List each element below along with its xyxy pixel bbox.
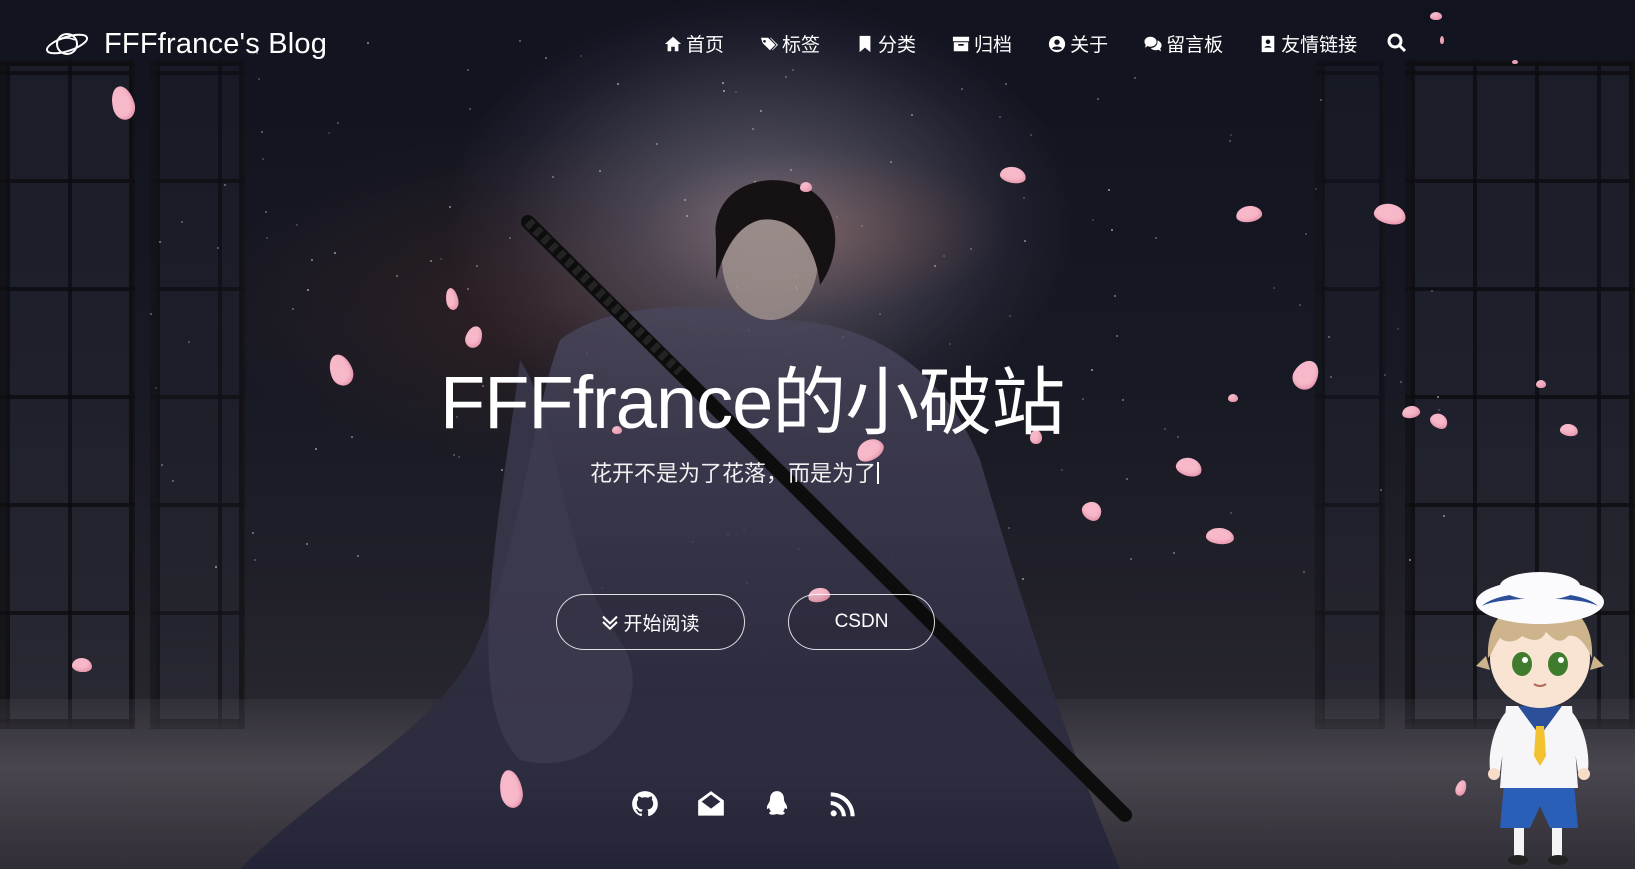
nav-friend-links-label: 友情链接 — [1281, 34, 1358, 56]
top-navbar: FFFfrance's Blog 首页 标签 分类 归档 关于 留言板 友情链接 — [0, 0, 1635, 90]
start-reading-button[interactable]: 开始阅读 — [556, 594, 745, 650]
nav-home-label: 首页 — [686, 34, 725, 56]
start-reading-label: 开始阅读 — [623, 612, 700, 635]
github-icon — [632, 791, 658, 817]
csdn-button[interactable]: CSDN — [788, 594, 935, 650]
tags-icon — [760, 37, 779, 50]
nav-categories-label: 分类 — [878, 34, 917, 56]
typing-cursor — [877, 462, 880, 484]
sakura-petal — [1228, 394, 1238, 402]
nav-tags-label: 标签 — [782, 34, 821, 56]
sakura-petal — [800, 182, 812, 192]
social-links — [630, 789, 858, 819]
user-circle-icon — [1048, 35, 1066, 52]
nav-guestbook-label: 留言板 — [1166, 34, 1224, 56]
search-button[interactable] — [1387, 33, 1409, 55]
hero-subtitle: 花开不是为了花落，而是为了 — [590, 456, 880, 488]
nav-home[interactable]: 首页 — [664, 30, 724, 57]
email-link[interactable] — [696, 789, 726, 819]
nav-about-label: 关于 — [1070, 34, 1109, 56]
nav-tags[interactable]: 标签 — [760, 30, 820, 57]
rss-icon — [830, 792, 855, 817]
qq-link[interactable] — [762, 789, 792, 819]
envelope-open-icon — [698, 791, 724, 816]
nav-about[interactable]: 关于 — [1048, 30, 1108, 57]
nav-categories[interactable]: 分类 — [856, 30, 916, 57]
nav-guestbook[interactable]: 留言板 — [1144, 30, 1223, 57]
archive-icon — [952, 36, 970, 51]
qq-icon — [766, 791, 788, 815]
bookmark-icon — [859, 35, 871, 52]
github-link[interactable] — [630, 789, 660, 819]
search-icon — [1387, 33, 1407, 52]
address-card-icon — [1261, 35, 1275, 52]
live2d-mascot[interactable] — [1460, 566, 1620, 869]
csdn-label: CSDN — [834, 611, 889, 632]
nav-archive[interactable]: 归档 — [952, 30, 1012, 57]
sakura-petal — [1536, 380, 1546, 388]
angle-double-down-icon — [602, 615, 619, 631]
comments-icon — [1144, 36, 1162, 51]
home-icon — [664, 36, 682, 51]
brand-title: FFFfrance's Blog — [104, 27, 328, 60]
nav-archive-label: 归档 — [974, 34, 1013, 56]
main-menu: 首页 标签 分类 归档 关于 留言板 友情链接 — [664, 30, 1409, 57]
nav-friend-links[interactable]: 友情链接 — [1259, 30, 1357, 57]
brand-link[interactable]: FFFfrance's Blog — [44, 26, 327, 62]
planet-icon — [45, 33, 89, 55]
rss-link[interactable] — [828, 789, 858, 819]
typed-subtitle-text: 花开不是为了花落，而是为了 — [590, 462, 877, 487]
hero-title: FFFfrance的小破站 — [440, 361, 1065, 444]
